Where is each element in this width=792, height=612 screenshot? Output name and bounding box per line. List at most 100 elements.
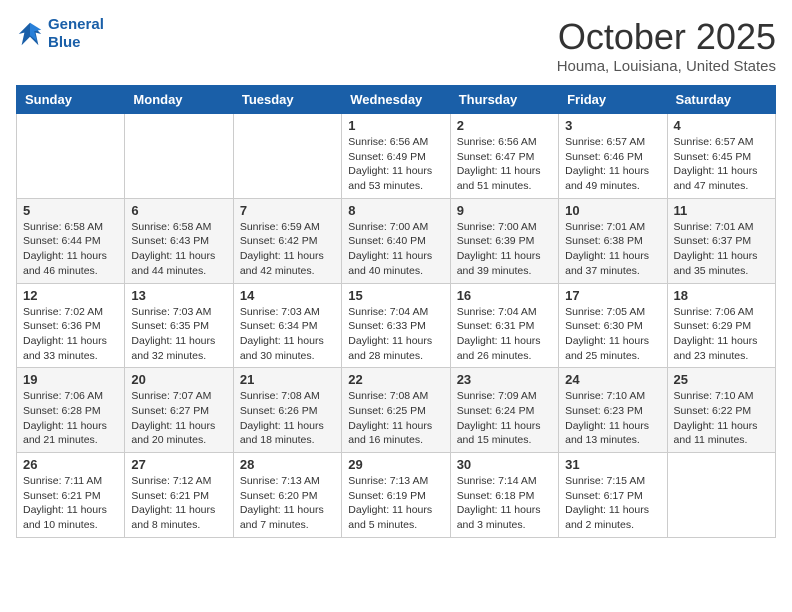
calendar-cell: 19 Sunrise: 7:06 AMSunset: 6:28 PMDayligh… — [17, 368, 125, 453]
calendar-cell: 29Sunrise: 7:13 AMSunset: 6:19 PMDayligh… — [342, 453, 450, 538]
day-info: Sunrise: 7:01 AMSunset: 6:37 PMDaylight:… — [674, 220, 769, 279]
calendar-cell: 4 Sunrise: 6:57 AMSunset: 6:45 PMDaylight… — [667, 114, 775, 199]
calendar-cell — [667, 453, 775, 538]
calendar-week-5: 26 Sunrise: 7:11 AMSunset: 6:21 PMDayligh… — [17, 453, 776, 538]
day-info: Sunrise: 7:10 AMSunset: 6:23 PMDaylight:… — [565, 389, 660, 448]
day-number: 2 — [457, 118, 552, 133]
day-info: Sunrise: 6:57 AMSunset: 6:46 PMDaylight:… — [565, 135, 660, 194]
day-number: 17 — [565, 288, 660, 303]
weekday-header-monday: Monday — [125, 86, 233, 114]
calendar-cell: 25Sunrise: 7:10 AMSunset: 6:22 PMDayligh… — [667, 368, 775, 453]
location-subtitle: Houma, Louisiana, United States — [557, 58, 776, 75]
day-info: Sunrise: 7:06 AMSunset: 6:29 PMDaylight:… — [674, 305, 769, 364]
calendar-cell: 3 Sunrise: 6:57 AMSunset: 6:46 PMDaylight… — [559, 114, 667, 199]
day-info: Sunrise: 7:05 AMSunset: 6:30 PMDaylight:… — [565, 305, 660, 364]
day-number: 24 — [565, 372, 660, 387]
calendar-cell: 1 Sunrise: 6:56 AMSunset: 6:49 PMDaylight… — [342, 114, 450, 199]
calendar-cell: 7 Sunrise: 6:59 AMSunset: 6:42 PMDaylight… — [233, 198, 341, 283]
day-info: Sunrise: 7:04 AMSunset: 6:31 PMDaylight:… — [457, 305, 552, 364]
day-number: 6 — [131, 203, 226, 218]
day-info: Sunrise: 7:13 AMSunset: 6:20 PMDaylight:… — [240, 474, 335, 533]
day-number: 22 — [348, 372, 443, 387]
day-number: 29 — [348, 457, 443, 472]
day-info: Sunrise: 7:14 AMSunset: 6:18 PMDaylight:… — [457, 474, 552, 533]
calendar-cell: 23 Sunrise: 7:09 AMSunset: 6:24 PMDayligh… — [450, 368, 558, 453]
calendar-week-2: 5Sunrise: 6:58 AMSunset: 6:44 PMDaylight… — [17, 198, 776, 283]
day-number: 9 — [457, 203, 552, 218]
day-info: Sunrise: 7:00 AMSunset: 6:40 PMDaylight:… — [348, 220, 443, 279]
day-info: Sunrise: 6:59 AMSunset: 6:42 PMDaylight:… — [240, 220, 335, 279]
day-number: 30 — [457, 457, 552, 472]
day-info: Sunrise: 7:10 AMSunset: 6:22 PMDaylight:… — [674, 389, 769, 448]
day-info: Sunrise: 6:56 AMSunset: 6:49 PMDaylight:… — [348, 135, 443, 194]
day-number: 3 — [565, 118, 660, 133]
page-header: General Blue October 2025 Houma, Louisia… — [16, 16, 776, 75]
calendar-cell: 28 Sunrise: 7:13 AMSunset: 6:20 PMDayligh… — [233, 453, 341, 538]
calendar-week-4: 19 Sunrise: 7:06 AMSunset: 6:28 PMDayligh… — [17, 368, 776, 453]
day-number: 7 — [240, 203, 335, 218]
calendar-cell: 30 Sunrise: 7:14 AMSunset: 6:18 PMDayligh… — [450, 453, 558, 538]
calendar-cell: 10Sunrise: 7:01 AMSunset: 6:38 PMDayligh… — [559, 198, 667, 283]
calendar-cell: 13Sunrise: 7:03 AMSunset: 6:35 PMDayligh… — [125, 283, 233, 368]
logo-text: General Blue — [48, 16, 104, 52]
day-number: 19 — [23, 372, 118, 387]
day-info: Sunrise: 7:11 AMSunset: 6:21 PMDaylight:… — [23, 474, 118, 533]
logo-icon — [16, 20, 44, 48]
calendar-week-1: 1 Sunrise: 6:56 AMSunset: 6:49 PMDaylight… — [17, 114, 776, 199]
calendar-cell: 6 Sunrise: 6:58 AMSunset: 6:43 PMDaylight… — [125, 198, 233, 283]
day-number: 21 — [240, 372, 335, 387]
calendar-cell: 24 Sunrise: 7:10 AMSunset: 6:23 PMDayligh… — [559, 368, 667, 453]
title-block: October 2025 Houma, Louisiana, United St… — [557, 16, 776, 75]
calendar-cell: 14Sunrise: 7:03 AMSunset: 6:34 PMDayligh… — [233, 283, 341, 368]
calendar-cell: 31 Sunrise: 7:15 AMSunset: 6:17 PMDayligh… — [559, 453, 667, 538]
calendar-table: SundayMondayTuesdayWednesdayThursdayFrid… — [16, 85, 776, 538]
calendar-cell — [233, 114, 341, 199]
day-info: Sunrise: 7:02 AMSunset: 6:36 PMDaylight:… — [23, 305, 118, 364]
calendar-cell: 17 Sunrise: 7:05 AMSunset: 6:30 PMDayligh… — [559, 283, 667, 368]
day-info: Sunrise: 7:12 AMSunset: 6:21 PMDaylight:… — [131, 474, 226, 533]
day-number: 16 — [457, 288, 552, 303]
day-number: 11 — [674, 203, 769, 218]
day-number: 26 — [23, 457, 118, 472]
day-info: Sunrise: 7:06 AMSunset: 6:28 PMDaylight:… — [23, 389, 118, 448]
calendar-cell: 21 Sunrise: 7:08 AMSunset: 6:26 PMDayligh… — [233, 368, 341, 453]
calendar-cell: 9 Sunrise: 7:00 AMSunset: 6:39 PMDaylight… — [450, 198, 558, 283]
logo: General Blue — [16, 16, 104, 52]
calendar-cell — [125, 114, 233, 199]
day-number: 10 — [565, 203, 660, 218]
day-number: 20 — [131, 372, 226, 387]
calendar-cell: 11 Sunrise: 7:01 AMSunset: 6:37 PMDayligh… — [667, 198, 775, 283]
month-title: October 2025 — [557, 16, 776, 58]
calendar-cell: 26 Sunrise: 7:11 AMSunset: 6:21 PMDayligh… — [17, 453, 125, 538]
day-number: 4 — [674, 118, 769, 133]
weekday-header-thursday: Thursday — [450, 86, 558, 114]
weekday-header-saturday: Saturday — [667, 86, 775, 114]
calendar-cell: 15 Sunrise: 7:04 AMSunset: 6:33 PMDayligh… — [342, 283, 450, 368]
day-info: Sunrise: 7:08 AMSunset: 6:25 PMDaylight:… — [348, 389, 443, 448]
calendar-cell: 8Sunrise: 7:00 AMSunset: 6:40 PMDaylight… — [342, 198, 450, 283]
calendar-cell: 22 Sunrise: 7:08 AMSunset: 6:25 PMDayligh… — [342, 368, 450, 453]
day-info: Sunrise: 7:04 AMSunset: 6:33 PMDaylight:… — [348, 305, 443, 364]
weekday-header-wednesday: Wednesday — [342, 86, 450, 114]
day-number: 18 — [674, 288, 769, 303]
day-number: 27 — [131, 457, 226, 472]
day-info: Sunrise: 7:15 AMSunset: 6:17 PMDaylight:… — [565, 474, 660, 533]
day-number: 12 — [23, 288, 118, 303]
day-number: 28 — [240, 457, 335, 472]
day-info: Sunrise: 7:08 AMSunset: 6:26 PMDaylight:… — [240, 389, 335, 448]
calendar-cell: 18 Sunrise: 7:06 AMSunset: 6:29 PMDayligh… — [667, 283, 775, 368]
day-info: Sunrise: 7:07 AMSunset: 6:27 PMDaylight:… — [131, 389, 226, 448]
day-info: Sunrise: 6:58 AMSunset: 6:43 PMDaylight:… — [131, 220, 226, 279]
calendar-cell: 5Sunrise: 6:58 AMSunset: 6:44 PMDaylight… — [17, 198, 125, 283]
calendar-cell: 12 Sunrise: 7:02 AMSunset: 6:36 PMDayligh… — [17, 283, 125, 368]
day-number: 15 — [348, 288, 443, 303]
day-info: Sunrise: 7:00 AMSunset: 6:39 PMDaylight:… — [457, 220, 552, 279]
day-number: 1 — [348, 118, 443, 133]
day-number: 23 — [457, 372, 552, 387]
weekday-header-sunday: Sunday — [17, 86, 125, 114]
day-number: 31 — [565, 457, 660, 472]
day-info: Sunrise: 7:09 AMSunset: 6:24 PMDaylight:… — [457, 389, 552, 448]
calendar-week-3: 12 Sunrise: 7:02 AMSunset: 6:36 PMDayligh… — [17, 283, 776, 368]
calendar-cell: 27 Sunrise: 7:12 AMSunset: 6:21 PMDayligh… — [125, 453, 233, 538]
day-info: Sunrise: 6:57 AMSunset: 6:45 PMDaylight:… — [674, 135, 769, 194]
